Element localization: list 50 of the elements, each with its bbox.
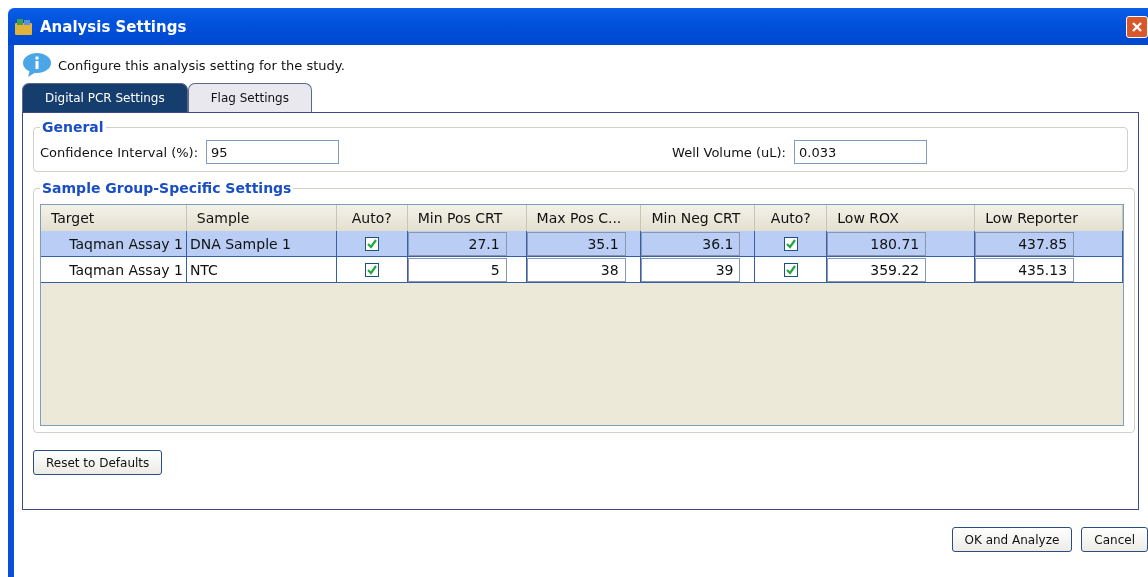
checkmark-icon <box>785 264 796 275</box>
table-row[interactable]: Taqman Assay 1 DNA Sample 1 27.1 35.1 36.1 180.71 437.85 <box>41 231 1123 257</box>
number-field[interactable]: 437.85 <box>975 231 1075 256</box>
table-row[interactable]: Taqman Assay 1 NTC 5 38 39 359.22 435.13 <box>41 257 1123 283</box>
number-field[interactable]: 36.1 <box>641 231 741 256</box>
number-field[interactable]: 38 <box>526 257 626 282</box>
window-title: Analysis Settings <box>40 17 187 36</box>
number-field[interactable]: 27.1 <box>407 231 507 256</box>
info-message: Configure this analysis setting for the study. <box>58 57 345 73</box>
number-field[interactable]: 435.13 <box>975 257 1075 282</box>
checkmark-icon <box>366 238 377 249</box>
checkbox[interactable] <box>364 262 379 277</box>
checkmark-icon <box>366 264 377 275</box>
number-field[interactable]: 39 <box>641 257 741 282</box>
field-label: Well Volume (uL): <box>672 144 786 160</box>
column-header[interactable]: Sample <box>186 205 337 231</box>
checkbox[interactable] <box>364 236 379 251</box>
info-icon <box>22 52 52 78</box>
group-title: Sample Group-Specific Settings <box>41 180 293 196</box>
table-cell: Taqman Assay 1 <box>41 231 187 257</box>
column-header[interactable]: Max Pos C... <box>526 205 642 231</box>
close-icon <box>1131 20 1143 33</box>
tab[interactable]: Digital PCR Settings <box>22 83 188 112</box>
dialog-button[interactable]: Cancel <box>1081 527 1148 552</box>
group-title: General <box>41 119 105 135</box>
checkmark-icon <box>785 238 796 249</box>
column-header[interactable]: Auto? <box>755 205 828 231</box>
app-icon <box>14 17 34 36</box>
table-cell: Taqman Assay 1 <box>41 257 187 283</box>
column-header[interactable]: Min Neg CRT <box>641 205 756 231</box>
column-header[interactable]: Low ROX <box>827 205 976 231</box>
checkbox[interactable] <box>783 236 798 251</box>
checkbox[interactable] <box>783 262 798 277</box>
number-field[interactable]: 5 <box>407 257 507 282</box>
number-field[interactable]: 359.22 <box>827 257 927 282</box>
number-field[interactable]: 180.71 <box>827 231 927 256</box>
column-header[interactable]: Target <box>41 205 187 231</box>
number-field[interactable]: 35.1 <box>526 231 626 256</box>
reset-button[interactable]: Reset to Defaults <box>33 450 163 475</box>
column-header[interactable]: Auto? <box>336 205 408 231</box>
column-header[interactable]: Low Reporter <box>975 205 1123 231</box>
close-button[interactable] <box>1126 15 1148 38</box>
input-field[interactable]: 0.033 <box>794 140 927 164</box>
tab[interactable]: Flag Settings <box>187 83 312 112</box>
input-field[interactable]: 95 <box>206 140 340 164</box>
dialog-button[interactable]: OK and Analyze <box>951 527 1073 552</box>
table-cell: NTC <box>186 257 337 283</box>
field-label: Confidence Interval (%): <box>40 144 199 160</box>
table-cell: DNA Sample 1 <box>186 231 337 257</box>
column-header[interactable]: Min Pos CRT <box>407 205 527 231</box>
